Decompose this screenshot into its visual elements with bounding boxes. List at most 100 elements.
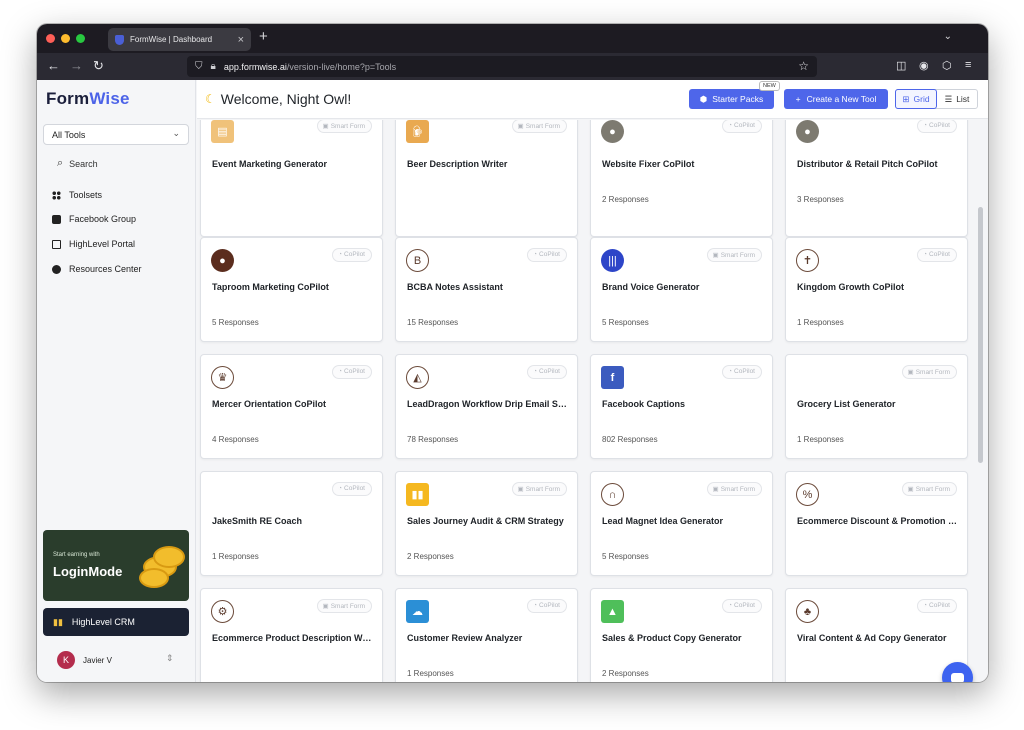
pocket-icon[interactable]: ◫ [896,59,906,72]
sidebar-item-label: Facebook Group [69,214,137,224]
tool-card[interactable]: ⚙ ▣ Smart Form Ecommerce Product Descriptio… [200,588,383,682]
tool-title: Sales Journey Audit & CRM Strategy [407,516,564,526]
tools-filter-value: All Tools [52,130,86,140]
create-new-tool-button[interactable]: + Create a New Tool [784,89,888,109]
promo-title: LoginMode [53,564,123,579]
tool-card[interactable]: ● ◔ CoPilot Distributor & Retail Pitch CoPi… [785,120,968,237]
avatar-icon: ● [211,249,234,272]
menu-icon[interactable]: ≡ [965,59,971,71]
tool-card[interactable]: ◭ ◔ CoPilot LeadDragon Workflow Drip Email … [395,354,578,459]
document-icon: ▤ [211,120,234,143]
scrollbar[interactable] [978,207,983,463]
response-count: 5 Responses [602,552,649,561]
chat-support-button[interactable] [942,662,973,682]
tool-type-label: CoPilot [344,251,365,258]
crm-label: HighLevel CRM [71,617,135,627]
tool-card[interactable]: ▣ Smart Form Grocery List Generator 1 Respo… [785,354,968,459]
tool-card[interactable]: B ◔ CoPilot BCBA Notes Assistant 15 Response… [395,237,578,342]
people-network-icon: ♣ [796,600,819,623]
tool-type-badge: ▣ Smart Form [706,482,762,496]
paint-bucket-icon: ◭ [406,366,429,389]
tool-type-badge: ▣ Smart Form [511,482,567,496]
forward-arrow-icon[interactable]: → [70,58,83,73]
response-count: 1 Responses [407,669,454,678]
chevron-up-down-icon[interactable]: ⇕ [166,653,174,664]
search-label: Search [69,158,98,169]
close-window-button[interactable] [46,34,55,43]
close-tab-icon[interactable]: × [238,34,244,46]
tool-card[interactable]: ∩ ▣ Smart Form Lead Magnet Idea Generator 5 … [590,471,773,576]
bookmark-star-icon[interactable]: ☆ [798,59,809,73]
copilot-icon: ◔ [338,368,343,375]
sidebar-item-facebook-group[interactable]: Facebook Group [52,214,136,224]
tool-title: Customer Review Analyzer [407,633,523,643]
starter-packs-button[interactable]: ⬢ Starter Packs [689,89,774,109]
url-bar[interactable]: ⛉ 🔒︎ app.formwise.ai/version-live/home?p… [187,56,817,77]
tool-title: JakeSmith RE Coach [212,516,303,526]
tool-type-label: Smart Form [915,369,950,376]
url-text[interactable]: app.formwise.ai/version-live/home?p=Tool… [224,62,396,72]
welcome-text: Welcome, Night Owl! [220,91,352,107]
tool-card[interactable]: ▮▮ ▣ Smart Form Sales Journey Audit & CRM S… [395,471,578,576]
tool-card[interactable]: ● ◔ CoPilot Taproom Marketing CoPilot 5 Resp… [200,237,383,342]
tool-type-badge: ◔ CoPilot [332,482,372,496]
sidebar-item-highlevel-portal[interactable]: HighLevel Portal [52,239,135,249]
sidebar-item-label: HighLevel Portal [69,239,136,249]
lock-icon[interactable]: 🔒︎ [211,61,216,72]
tool-title: Brand Voice Generator [602,282,700,292]
tool-card[interactable]: ▤ ▣ Smart Form Event Marketing Generator [200,120,383,237]
back-arrow-icon[interactable]: ← [47,58,60,73]
tool-type-label: Smart Form [330,123,365,130]
tool-type-label: CoPilot [734,602,755,609]
tool-type-badge: ◔ CoPilot [917,248,957,262]
tool-type-label: Smart Form [525,123,560,130]
gear-icon: ⚙ [211,600,234,623]
tool-type-label: CoPilot [734,368,755,375]
tool-title: Website Fixer CoPilot [602,159,695,169]
search-button[interactable]: ⌕ Search [57,157,98,170]
tool-card[interactable]: f ◔ CoPilot Facebook Captions 802 Responses [590,354,773,459]
tool-card[interactable]: ◔ CoPilot JakeSmith RE Coach 1 Responses [200,471,383,576]
highlevel-crm-button[interactable]: ▮▮ HighLevel CRM [43,608,189,636]
tool-card[interactable]: ▲ ◔ CoPilot Sales & Product Copy Generator 2… [590,588,773,682]
minimize-window-button[interactable] [61,34,70,43]
chat-bubble-icon [951,672,964,682]
tool-card[interactable]: ● ◔ CoPilot Website Fixer CoPilot 2 Response… [590,120,773,237]
tool-type-badge: ◔ CoPilot [722,365,762,379]
tool-card[interactable]: ♛ ◔ CoPilot Mercer Orientation CoPilot 4 Res… [200,354,383,459]
chevron-down-icon: ⌄ [172,128,180,138]
soundwave-icon: ||| [601,249,624,272]
loginmode-promo-banner[interactable]: Start earning with LoginMode [43,530,189,601]
tool-type-label: CoPilot [929,251,950,258]
reload-icon[interactable]: ↻ [93,58,104,74]
tool-card[interactable]: ✝ ◔ CoPilot Kingdom Growth CoPilot 1 Respons… [785,237,968,342]
list-view-button[interactable]: ☰ List [937,90,977,108]
tool-card[interactable]: 🍺︎ ▣ Smart Form Beer Description Writer [395,120,578,237]
tool-card[interactable]: ☁ ◔ CoPilot Customer Review Analyzer 1 Respo… [395,588,578,682]
browser-tab[interactable]: FormWise | Dashboard × [108,28,251,51]
formwise-logo[interactable]: FormWise [46,89,130,109]
smart-form-icon: ▣ [907,486,914,493]
tool-title: Lead Magnet Idea Generator [602,516,724,526]
new-tab-button[interactable]: + [259,28,268,45]
account-icon[interactable]: ◉ [919,59,929,72]
user-menu[interactable]: K Javier V [57,651,112,669]
sidebar-item-resources-center[interactable]: Resources Center [52,264,142,274]
extensions-icon[interactable]: ⬡ [942,59,952,72]
tab-list-chevron-icon[interactable]: ⌄ [944,31,952,42]
grid-view-button[interactable]: ⊞ Grid [895,89,937,109]
tools-filter-select[interactable]: All Tools ⌄ [43,124,189,145]
bcba-logo-icon: B [406,249,429,272]
toolsets-icon [52,190,61,200]
tool-type-label: Smart Form [720,486,755,493]
tool-title: Distributor & Retail Pitch CoPilot [797,159,938,169]
shield-icon[interactable]: ⛉ [195,61,203,72]
tool-card[interactable]: ♣ ◔ CoPilot Viral Content & Ad Copy Generat… [785,588,968,682]
sidebar-item-toolsets[interactable]: Toolsets [52,190,102,200]
tool-card[interactable]: % ▣ Smart Form Ecommerce Discount & Promoti… [785,471,968,576]
maximize-window-button[interactable] [76,34,85,43]
copilot-icon: ◔ [338,251,343,258]
tools-grid: ▤ ▣ Smart Form Event Marketing Generator 🍺︎ ▣… [197,120,988,682]
tool-card[interactable]: ||| ▣ Smart Form Brand Voice Generator 5 Res… [590,237,773,342]
tool-type-badge: ◔ CoPilot [722,120,762,133]
